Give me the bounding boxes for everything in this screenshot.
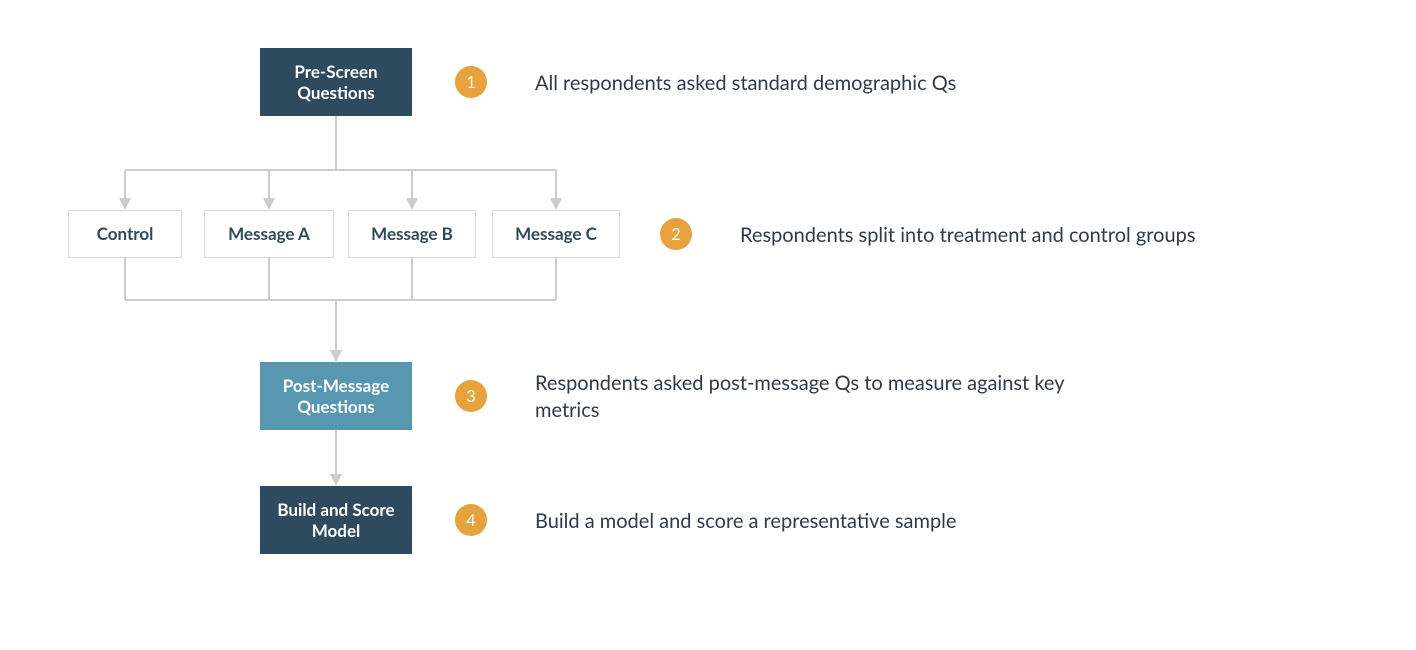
box-model: Build and Score Model <box>260 486 412 554</box>
badge-4: 4 <box>455 504 487 536</box>
connectors <box>0 0 1416 650</box>
diagram-canvas: Pre-Screen Questions Control Message A M… <box>0 0 1416 650</box>
box-message-a: Message A <box>204 210 334 258</box>
desc-1: All respondents asked standard demograph… <box>535 70 1155 97</box>
box-postmessage: Post-Message Questions <box>260 362 412 430</box>
badge-1: 1 <box>455 66 487 98</box>
desc-4: Build a model and score a representative… <box>535 508 1155 535</box>
badge-3: 3 <box>455 380 487 412</box>
box-control: Control <box>68 210 182 258</box>
badge-2: 2 <box>660 218 692 250</box>
desc-2: Respondents split into treatment and con… <box>740 222 1390 249</box>
box-message-b: Message B <box>348 210 476 258</box>
desc-3: Respondents asked post-message Qs to mea… <box>535 370 1075 424</box>
box-message-c: Message C <box>492 210 620 258</box>
box-prescreen: Pre-Screen Questions <box>260 48 412 116</box>
